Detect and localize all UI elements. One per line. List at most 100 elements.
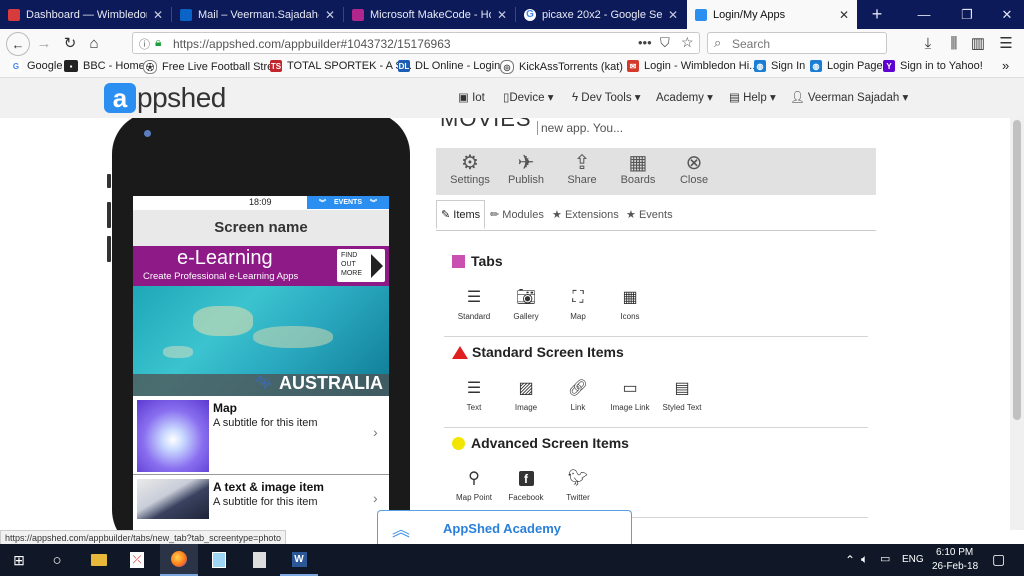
search-input[interactable]: ⌕ Search — [707, 32, 887, 54]
item-text[interactable]: ☰ Text — [444, 380, 504, 412]
events-button[interactable]: ︾ EVENTS ︾ — [307, 196, 389, 209]
elearning-banner[interactable]: e-Learning Create Professional e-Learnin… — [133, 246, 389, 286]
window-close-icon[interactable]: ✕ — [987, 0, 1024, 29]
item-image[interactable]: ▨ Image — [496, 380, 556, 412]
url-bar[interactable]: ⓘ 🔒︎ https://appshed.com/appbuilder#1043… — [132, 32, 700, 54]
tab-items[interactable]: ✎ Items — [436, 200, 486, 229]
item-styled-text[interactable]: ▤ Styled Text — [652, 380, 712, 412]
firefox-icon[interactable] — [160, 544, 198, 576]
library-icon[interactable]: ⫼ — [944, 33, 964, 53]
home-icon[interactable]: ⌂ — [84, 33, 104, 53]
tab-extensions[interactable]: ★ Extensions — [552, 208, 619, 221]
chevron-up-icon[interactable]: ⌃ — [845, 553, 855, 567]
menu-icon[interactable]: ☰ — [996, 33, 1016, 53]
reload-icon[interactable]: ↻ — [60, 33, 80, 53]
boards-button[interactable]: ▦ Boards — [611, 152, 665, 186]
bookmark-star-icon[interactable]: ☆ — [681, 34, 694, 51]
bookmark-item[interactable]: ◍ Login Page — [810, 60, 883, 72]
forward-arrow-icon[interactable]: → — [34, 33, 54, 53]
australia-hero-image[interactable]: 🦘︎ AUSTRALIA — [133, 286, 389, 396]
bookmark-item[interactable]: ◎ KickAssTorrents (kat) ... — [500, 60, 635, 74]
close-icon[interactable]: ✕ — [325, 8, 335, 22]
tab-modules[interactable]: ✏ Modules — [490, 208, 544, 221]
list-item[interactable]: A text & image item A subtitle for this … — [133, 475, 389, 530]
double-chevron-up-icon[interactable]: ︽ — [392, 516, 410, 542]
pocket-icon[interactable]: ⛉ — [660, 35, 670, 51]
item-twitter[interactable]: 🐦︎ Twitter — [548, 470, 608, 502]
back-arrow-icon[interactable]: ← — [6, 32, 30, 56]
download-icon[interactable]: ⤓ — [918, 33, 938, 53]
browser-tab-active[interactable]: Login/My Apps ✕ — [687, 0, 857, 29]
settings-button[interactable]: ⚙ Settings — [443, 152, 497, 186]
app-title[interactable]: MOVIES — [440, 118, 532, 132]
appshed-logo[interactable]: a ppshed — [104, 81, 226, 115]
share-button[interactable]: ⇪ Share — [555, 152, 609, 186]
chip-icon: ▦ — [628, 152, 648, 174]
browser-tab[interactable]: Dashboard — Wimbledon Hi ✕ — [0, 0, 171, 29]
scrollbar-thumb[interactable] — [1013, 120, 1021, 420]
language-indicator[interactable]: ENG — [902, 554, 924, 565]
bookmark-item[interactable]: ⚽︎ Free Live Football Stre... — [143, 60, 282, 74]
menu-dev-tools[interactable]: ϟ Dev Tools ▾ — [572, 90, 641, 104]
browser-tab[interactable]: Mail – Veerman.Sajadah@wi ✕ — [172, 0, 343, 29]
info-icon[interactable]: ⓘ — [139, 36, 150, 52]
close-icon[interactable]: ✕ — [497, 8, 507, 22]
sidebar-icon[interactable]: ▥ — [968, 33, 988, 53]
clock-time[interactable]: 6:10 PM — [936, 547, 973, 558]
browser-tab[interactable]: G picaxe 20x2 - Google Search ✕ — [516, 0, 686, 29]
bookmark-item[interactable]: ▪ BBC - Home — [64, 60, 145, 72]
file-explorer-icon[interactable] — [80, 544, 118, 576]
item-standard[interactable]: ☰ Standard — [444, 289, 504, 321]
close-icon[interactable]: ✕ — [153, 8, 163, 22]
bookmark-item[interactable]: TS TOTAL SPORTEK - A S... — [270, 60, 412, 72]
item-map[interactable]: ⛶ Map — [548, 289, 608, 321]
clock-date[interactable]: 26-Feb-18 — [932, 561, 978, 572]
calculator-icon[interactable] — [240, 544, 278, 576]
page-scrollbar[interactable] — [1010, 118, 1024, 530]
minimize-icon[interactable]: — — [904, 0, 944, 29]
notepad-icon[interactable] — [200, 544, 238, 576]
menu-user[interactable]: 👤︎ Veerman Sajadah ▾ — [790, 90, 908, 104]
restore-icon[interactable]: ❐ — [947, 0, 987, 29]
network-icon[interactable]: ▭ — [880, 552, 890, 565]
close-icon[interactable]: ✕ — [839, 8, 849, 22]
appshed-academy-panel[interactable]: ︽ AppShed Academy — [377, 510, 632, 544]
acrobat-icon[interactable]: ⤫ — [118, 544, 156, 576]
close-icon[interactable]: ✕ — [668, 8, 678, 22]
menu-help[interactable]: ▤ Help ▾ — [729, 90, 776, 104]
bookmark-item[interactable]: ◍ Sign In — [754, 60, 805, 72]
cortana-icon[interactable]: ○ — [38, 544, 76, 576]
menu-academy[interactable]: Academy ▾ — [656, 90, 713, 104]
browser-tab[interactable]: Microsoft MakeCode - Home ✕ — [344, 0, 515, 29]
more-bookmarks-icon[interactable]: » — [1002, 58, 1009, 73]
volume-icon[interactable]: 🔈︎ — [861, 552, 868, 567]
item-map-point[interactable]: ⚲ Map Point — [444, 470, 504, 502]
page-actions-icon[interactable]: ••• — [638, 35, 652, 50]
menu-device[interactable]: ▯Device ▾ — [503, 90, 553, 104]
app-description[interactable]: new app. You... — [537, 121, 623, 135]
new-tab-icon[interactable]: + — [857, 0, 897, 29]
item-icons[interactable]: ▦ Icons — [600, 289, 660, 321]
windows-start-icon[interactable]: ⊞ — [0, 544, 38, 576]
user-icon: 👤︎ — [790, 92, 805, 104]
bookmark-item[interactable]: ✉ Login - Wimbledon Hi... — [627, 60, 758, 72]
item-facebook[interactable]: f Facebook — [496, 470, 556, 502]
menu-iot[interactable]: ▣ Iot — [458, 90, 485, 104]
tab-events[interactable]: ★ Events — [626, 208, 673, 221]
image-link-icon: ▭ — [622, 380, 638, 397]
cta-line: MORE — [341, 270, 362, 277]
find-out-more-button[interactable]: FIND OUT MORE — [337, 249, 385, 282]
item-gallery[interactable]: 📷︎ Gallery — [496, 289, 556, 321]
bookmark-item[interactable]: DL DL Online - Login — [398, 60, 500, 72]
bookmark-item[interactable]: Y Sign in to Yahoo! — [883, 60, 983, 72]
facebook-icon: f — [496, 470, 556, 488]
item-image-link[interactable]: ▭ Image Link — [600, 380, 660, 412]
browser-nav-bar: ← → ↻ ⌂ ⓘ 🔒︎ https://appshed.com/appbuil… — [0, 29, 1024, 57]
word-icon[interactable]: W — [280, 544, 318, 576]
list-item[interactable]: Map A subtitle for this item › — [133, 396, 389, 475]
item-link[interactable]: 🔗︎ Link — [548, 380, 608, 412]
notification-icon[interactable]: ▢ — [992, 551, 1005, 568]
bookmark-item[interactable]: G Google — [10, 60, 62, 72]
publish-button[interactable]: ✈ Publish — [499, 152, 553, 186]
close-button[interactable]: ⊗ Close — [667, 152, 721, 186]
